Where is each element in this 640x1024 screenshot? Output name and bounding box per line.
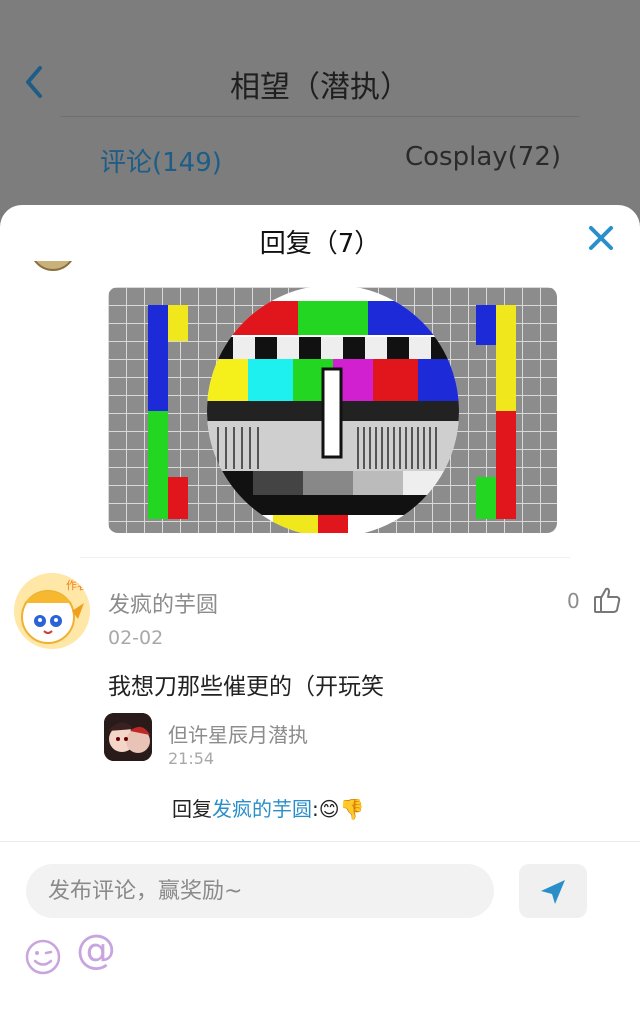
page-title: 相望（潜执） [230,70,410,105]
tab-comments[interactable]: 评论(149) [100,142,222,179]
reply-time: 21:54 [168,749,215,768]
reply-avatar[interactable] [104,713,152,761]
mention-button[interactable]: @ [76,930,116,970]
divider [80,557,570,558]
attached-image-test-card[interactable] [108,287,557,533]
tab-cosplay[interactable]: Cosplay(72) [405,142,561,172]
send-icon [541,880,565,904]
like-button[interactable] [592,585,622,615]
emoji-button[interactable] [24,938,62,976]
thumbs-up-icon [594,587,621,613]
reply-author[interactable]: 但许星辰月潜执 [168,719,308,748]
close-icon [589,226,613,250]
emoji-icon [25,939,61,975]
reply-sheet: 回复（7） 作者 发疯的芋圆 02-02 0 我想刀那些催更的（开玩笑 但许星辰… [0,205,640,1024]
previous-avatar-partial [30,261,76,275]
reply-prefix: 回复 [172,797,212,821]
header-divider [60,116,580,117]
avatar[interactable]: 作者 [14,573,90,649]
background-page-header: 相望（潜执） 评论(149) Cosplay(72) [0,0,640,210]
like-count: 0 [567,589,580,613]
reply-text: 回复发疯的芋圆:😊👎 [172,793,365,822]
reply-emoji: :😊👎 [312,797,365,821]
comment-composer: @ [0,841,640,1024]
comment-text: 我想刀那些催更的（开玩笑 [108,674,384,700]
send-button[interactable] [519,864,587,918]
reply-mention-link[interactable]: 发疯的芋圆 [212,797,312,821]
avatar-badge: 作者 [66,579,88,592]
comment-date: 02-02 [108,627,164,649]
comment-input[interactable] [26,864,494,918]
comment-author[interactable]: 发疯的芋圆 [108,587,218,619]
sheet-title: 回复（7） [259,229,381,259]
close-button[interactable] [586,223,616,253]
